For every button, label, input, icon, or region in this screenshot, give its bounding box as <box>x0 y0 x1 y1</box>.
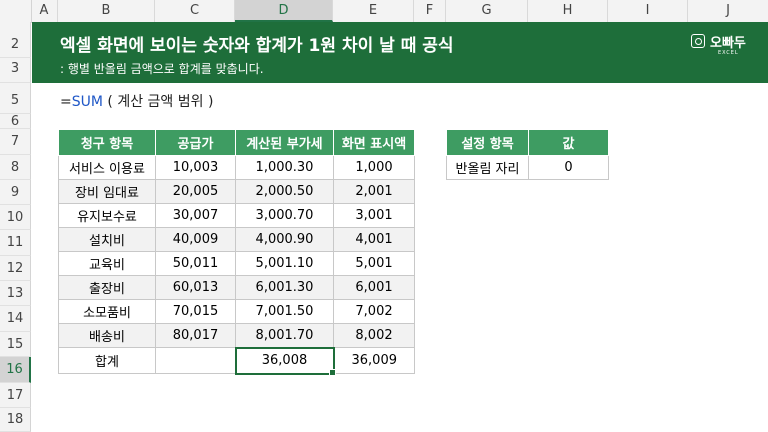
banner-subtitle: : 행별 반올림 금액으로 합계를 맞춥니다. <box>60 62 264 76</box>
header-display[interactable]: 화면 표시액 <box>333 129 415 156</box>
total-label[interactable]: 합계 <box>58 347 156 374</box>
col-header-j[interactable]: J <box>688 0 768 22</box>
cell-item[interactable]: 장비 임대료 <box>58 179 156 204</box>
cell-display[interactable]: 1,000 <box>333 155 415 180</box>
formula-function: SUM <box>71 94 103 110</box>
header-supply[interactable]: 공급가 <box>155 129 236 156</box>
cell-display[interactable]: 5,001 <box>333 251 415 276</box>
formula-args: ( 계산 금액 범위 ) <box>102 94 214 110</box>
cell-supply[interactable]: 10,003 <box>155 155 236 180</box>
row-header-15[interactable]: 15 <box>0 332 31 357</box>
cell-item[interactable]: 서비스 이용료 <box>58 155 156 180</box>
row-header-18[interactable]: 18 <box>0 408 31 432</box>
cell-item[interactable]: 소모품비 <box>58 299 156 324</box>
logo-icon <box>691 34 705 48</box>
col-header-i[interactable]: I <box>608 0 688 22</box>
cell-item[interactable]: 배송비 <box>58 323 156 348</box>
settings-table: 설정 항목 값 반올림 자리 0 <box>446 129 609 180</box>
cell-supply[interactable]: 70,015 <box>155 299 236 324</box>
settings-header-item[interactable]: 설정 항목 <box>446 129 529 156</box>
col-header-e[interactable]: E <box>333 0 414 22</box>
col-header-c[interactable]: C <box>155 0 235 22</box>
col-header-h[interactable]: H <box>528 0 608 22</box>
col-header-b[interactable]: B <box>58 0 155 22</box>
header-vat[interactable]: 계산된 부가세 <box>235 129 334 156</box>
banner-title: 엑셀 화면에 보이는 숫자와 합계가 1원 차이 날 때 공식 <box>60 36 454 56</box>
total-supply[interactable] <box>155 347 236 374</box>
table-row: 서비스 이용료 10,003 1,000.30 1,000 <box>58 155 415 180</box>
col-header-d[interactable]: D <box>235 0 333 22</box>
cell-display[interactable]: 4,001 <box>333 227 415 252</box>
settings-header-row: 설정 항목 값 <box>446 129 609 156</box>
row-header-6[interactable]: 6 <box>0 114 31 129</box>
cell-item[interactable]: 유지보수료 <box>58 203 156 228</box>
cell-vat[interactable]: 4,000.90 <box>235 227 334 252</box>
table-row: 출장비 60,013 6,001.30 6,001 <box>58 275 415 300</box>
cell-item[interactable]: 교육비 <box>58 251 156 276</box>
cell-supply[interactable]: 20,005 <box>155 179 236 204</box>
row-header-12[interactable]: 12 <box>0 256 31 281</box>
cell-vat[interactable]: 1,000.30 <box>235 155 334 180</box>
cell-display[interactable]: 3,001 <box>333 203 415 228</box>
table-row: 설치비 40,009 4,000.90 4,001 <box>58 227 415 252</box>
cell-vat[interactable]: 5,001.10 <box>235 251 334 276</box>
settings-header-value[interactable]: 값 <box>528 129 609 156</box>
col-header-g[interactable]: G <box>446 0 528 22</box>
cell-supply[interactable]: 40,009 <box>155 227 236 252</box>
row-header-14[interactable]: 14 <box>0 306 31 332</box>
table-row: 장비 임대료 20,005 2,000.50 2,001 <box>58 179 415 204</box>
cell-supply[interactable]: 50,011 <box>155 251 236 276</box>
row-header-3[interactable]: 3 <box>0 58 31 83</box>
total-display[interactable]: 36,009 <box>333 347 415 374</box>
col-header-f[interactable]: F <box>414 0 446 22</box>
table-row: 배송비 80,017 8,001.70 8,002 <box>58 323 415 348</box>
row-header-11[interactable]: 11 <box>0 230 31 256</box>
logo-text: 오빠두 <box>710 36 746 51</box>
select-all-corner[interactable] <box>0 0 32 22</box>
settings-item-label[interactable]: 반올림 자리 <box>446 155 529 180</box>
cell-supply[interactable]: 60,013 <box>155 275 236 300</box>
cell-vat[interactable]: 8,001.70 <box>235 323 334 348</box>
cell-vat[interactable]: 6,001.30 <box>235 275 334 300</box>
table-row: 소모품비 70,015 7,001.50 7,002 <box>58 299 415 324</box>
cell-display[interactable]: 2,001 <box>333 179 415 204</box>
formula-text: =SUM ( 계산 금액 범위 ) <box>60 91 213 111</box>
cell-vat[interactable]: 2,000.50 <box>235 179 334 204</box>
cell-item[interactable]: 설치비 <box>58 227 156 252</box>
total-row: 합계 36,008 36,009 <box>58 346 415 376</box>
col-header-a[interactable]: A <box>31 0 58 22</box>
cell-item[interactable]: 출장비 <box>58 275 156 300</box>
logo-subtext: EXCEL <box>718 50 739 56</box>
cell-vat[interactable]: 7,001.50 <box>235 299 334 324</box>
total-vat-selected-cell[interactable]: 36,008 <box>234 346 336 376</box>
row-header-13[interactable]: 13 <box>0 281 31 306</box>
settings-row: 반올림 자리 0 <box>446 155 609 180</box>
cell-display[interactable]: 7,002 <box>333 299 415 324</box>
cell-vat[interactable]: 3,000.70 <box>235 203 334 228</box>
cell-display[interactable]: 8,002 <box>333 323 415 348</box>
row-header-8[interactable]: 8 <box>0 155 31 180</box>
fill-handle[interactable] <box>328 368 336 376</box>
row-header-5[interactable]: 5 <box>0 83 31 114</box>
row-header-17[interactable]: 17 <box>0 383 31 408</box>
row-header-10[interactable]: 10 <box>0 205 31 230</box>
column-header-bar: A B C D E F G H I J <box>0 0 768 23</box>
settings-item-value[interactable]: 0 <box>528 155 609 180</box>
row-header-16[interactable]: 16 <box>0 357 31 383</box>
formula-prefix: = <box>60 94 72 110</box>
table-row: 유지보수료 30,007 3,000.70 3,001 <box>58 203 415 228</box>
header-item[interactable]: 청구 항목 <box>58 129 156 156</box>
table-row: 교육비 50,011 5,001.10 5,001 <box>58 251 415 276</box>
main-table-header-row: 청구 항목 공급가 계산된 부가세 화면 표시액 <box>58 129 415 156</box>
cell-supply[interactable]: 80,017 <box>155 323 236 348</box>
cell-supply[interactable]: 30,007 <box>155 203 236 228</box>
row-header-2[interactable]: 2 <box>0 22 31 58</box>
main-table: 청구 항목 공급가 계산된 부가세 화면 표시액 서비스 이용료 10,003 … <box>58 129 415 376</box>
total-vat-value: 36,008 <box>261 353 308 368</box>
row-header-7[interactable]: 7 <box>0 129 31 155</box>
cell-display[interactable]: 6,001 <box>333 275 415 300</box>
row-header-9[interactable]: 9 <box>0 180 31 205</box>
